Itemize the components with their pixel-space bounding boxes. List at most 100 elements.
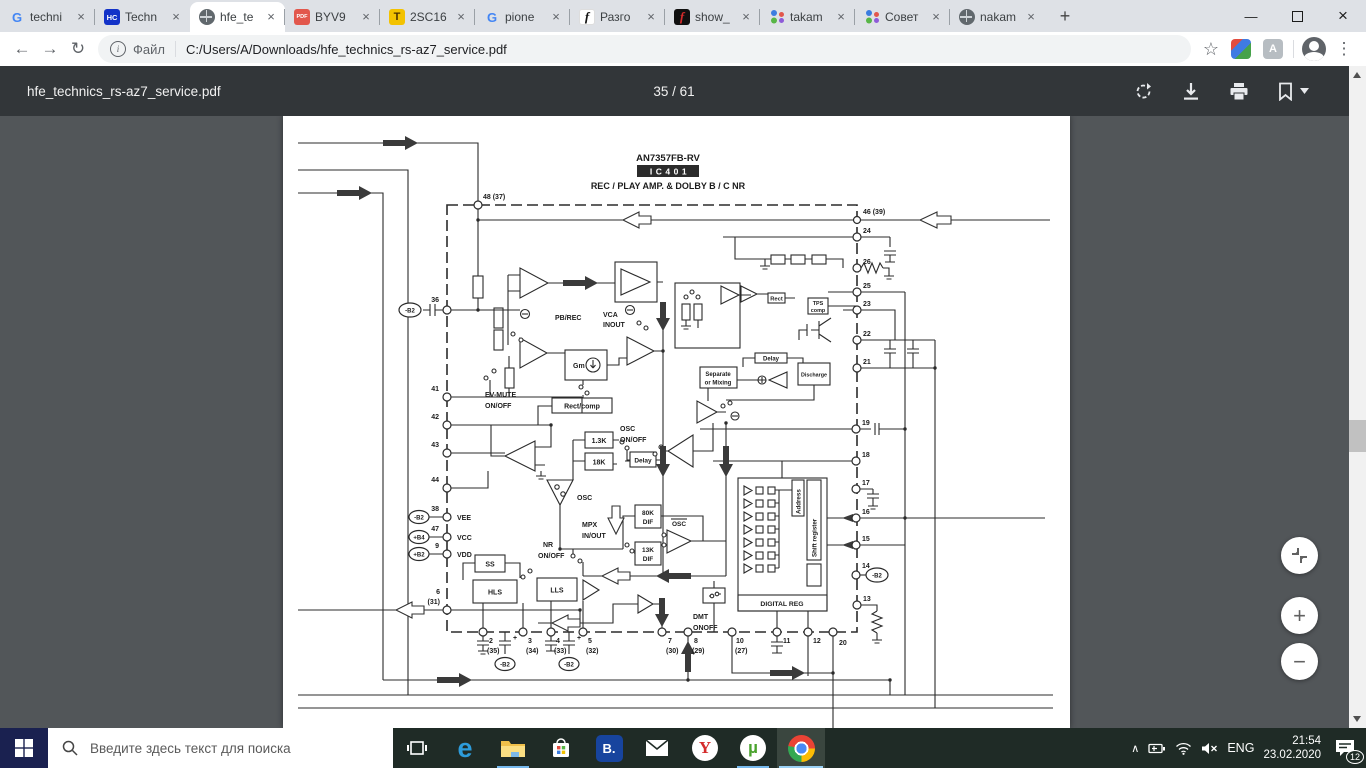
schematic-subtitle: REC / PLAY AMP. & DOLBY B / C NR — [591, 181, 746, 191]
pin-label: 10 — [736, 638, 744, 645]
pin-label: (34) — [526, 648, 538, 655]
volume-muted-icon[interactable] — [1201, 742, 1218, 755]
rail-label: -B2 — [405, 309, 415, 315]
pin-label: (29) — [692, 648, 704, 655]
forward-icon[interactable]: → — [36, 35, 64, 63]
tab-pione[interactable]: Gpione× — [475, 2, 570, 32]
search-input[interactable] — [88, 740, 372, 757]
block-label: OSC — [620, 426, 635, 433]
pin-label: 47 — [431, 526, 439, 533]
tab-close-icon[interactable]: × — [73, 9, 89, 25]
zoom-in-button[interactable]: + — [1281, 597, 1318, 634]
pin-label: 42 — [431, 414, 439, 421]
chrome-button[interactable] — [777, 728, 825, 768]
scroll-up-icon[interactable] — [1353, 72, 1361, 78]
notification-center-button[interactable]: 12 — [1330, 733, 1360, 763]
tab-techni[interactable]: Gtechni× — [0, 2, 95, 32]
tab-close-icon[interactable]: × — [453, 9, 469, 25]
tab-close-icon[interactable]: × — [833, 9, 849, 25]
fit-page-button[interactable] — [1281, 537, 1318, 574]
pin-label: 17 — [862, 480, 870, 487]
mail-icon — [645, 739, 669, 757]
tray-chevron-icon[interactable]: ∧ — [1131, 742, 1139, 755]
restore-icon — [1292, 11, 1303, 22]
start-button[interactable] — [0, 728, 48, 768]
tab-nakam[interactable]: nakam× — [950, 2, 1045, 32]
tab-close-icon[interactable]: × — [263, 9, 279, 25]
search-icon — [62, 740, 78, 756]
tab-close-icon[interactable]: × — [1023, 9, 1039, 25]
new-tab-button[interactable]: + — [1051, 2, 1079, 30]
block-label: DMT — [693, 614, 709, 621]
print-icon[interactable] — [1229, 82, 1249, 101]
battery-icon[interactable] — [1148, 742, 1166, 755]
language-indicator[interactable]: ENG — [1227, 741, 1254, 755]
store-button[interactable] — [537, 728, 585, 768]
url-field[interactable]: i Файл C:/Users/A/Downloads/hfe_technics… — [98, 35, 1191, 63]
scrollbar-thumb[interactable] — [1349, 420, 1366, 452]
edge-button[interactable]: e — [441, 728, 489, 768]
block-label: OSC — [672, 521, 686, 528]
rail-label: VCC — [457, 535, 472, 542]
yandex-button[interactable]: Y — [681, 728, 729, 768]
tab-close-icon[interactable]: × — [168, 9, 184, 25]
chrome-icon — [788, 735, 815, 762]
extension-icon[interactable] — [1231, 39, 1251, 59]
tab-byv9[interactable]: PDFBYV9× — [285, 2, 380, 32]
tab-techn[interactable]: HCTechn× — [95, 2, 190, 32]
minimize-button[interactable]: — — [1228, 0, 1274, 32]
pin-label: 16 — [862, 509, 870, 516]
tab-2sc16[interactable]: T2SC16× — [380, 2, 475, 32]
scroll-down-icon[interactable] — [1353, 716, 1361, 722]
tab-hfe-active[interactable]: hfe_te× — [190, 2, 285, 32]
store-icon — [550, 737, 572, 759]
task-view-button[interactable] — [393, 728, 441, 768]
pin-label: 36 — [431, 297, 439, 304]
vertical-scrollbar[interactable] — [1349, 66, 1366, 728]
block-label: NR — [543, 542, 553, 549]
profile-avatar[interactable] — [1302, 37, 1326, 61]
close-window-button[interactable]: × — [1320, 0, 1366, 32]
taskbar-search[interactable] — [48, 728, 393, 768]
tab-strip: Gtechni× HCTechn× hfe_te× PDFBYV9× T2SC1… — [0, 0, 1366, 32]
tab-close-icon[interactable]: × — [548, 9, 564, 25]
utorrent-button[interactable]: µ — [729, 728, 777, 768]
zoom-out-button[interactable]: − — [1281, 643, 1318, 680]
wifi-icon[interactable] — [1175, 742, 1192, 755]
tab-close-icon[interactable]: × — [358, 9, 374, 25]
tab-takam[interactable]: takam× — [760, 2, 855, 32]
tab-razgo-1[interactable]: fРазго× — [570, 2, 665, 32]
clock[interactable]: 21:54 23.02.2020 — [1263, 734, 1321, 762]
tab-show[interactable]: fshow_× — [665, 2, 760, 32]
rotate-icon[interactable] — [1134, 82, 1153, 101]
tab-close-icon[interactable]: × — [928, 9, 944, 25]
block-label: HLS — [488, 590, 502, 597]
restore-button[interactable] — [1274, 0, 1320, 32]
mail-button[interactable] — [633, 728, 681, 768]
pdf-viewport[interactable]: AN7357FB-RV IC401 REC / PLAY AMP. & DOLB… — [0, 116, 1366, 728]
block-label: Delay — [634, 458, 652, 465]
block-label: PB/REC — [555, 315, 581, 322]
back-icon[interactable]: ← — [8, 35, 36, 63]
rail-label: +B2 — [413, 553, 425, 559]
pin-label: 3 — [528, 638, 532, 645]
adobe-acrobat-extension-icon[interactable]: A — [1263, 39, 1283, 59]
block-label: VCA — [603, 312, 618, 319]
ic-reference: IC401 — [650, 167, 690, 177]
bookmark-icon[interactable] — [1278, 82, 1309, 101]
tab-close-icon[interactable]: × — [643, 9, 659, 25]
tab-sovet[interactable]: Совет× — [855, 2, 950, 32]
pin-label: 5 — [588, 638, 592, 645]
file-explorer-button[interactable] — [489, 728, 537, 768]
chrome-menu-icon[interactable]: ⋮ — [1330, 35, 1358, 63]
task-view-icon — [407, 738, 427, 758]
bookmark-star-icon[interactable]: ☆ — [1197, 35, 1225, 63]
page-info-icon[interactable]: i — [110, 41, 126, 57]
tab-close-icon[interactable]: × — [738, 9, 754, 25]
reload-icon[interactable]: ↻ — [64, 35, 92, 63]
schematic-labels: 48 (37) 46 (39) 36 41 42 43 44 38 47 9 6… — [405, 194, 885, 669]
block-label: Discharge — [801, 373, 827, 379]
pin-label: 46 (39) — [863, 209, 885, 216]
download-icon[interactable] — [1182, 82, 1200, 101]
b-app-button[interactable]: B. — [585, 728, 633, 768]
